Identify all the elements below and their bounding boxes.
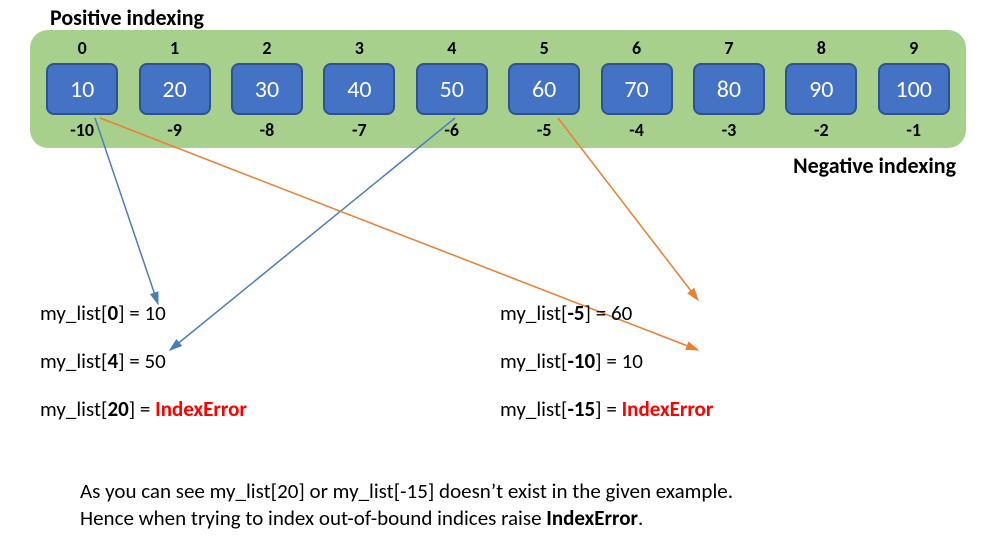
- example-negative: my_list[-15] = IndexError: [500, 396, 960, 422]
- expr-value: 10: [622, 348, 643, 374]
- negative-index: -1: [906, 119, 921, 141]
- array-cell: 30: [231, 63, 303, 115]
- array-cell: 40: [323, 63, 395, 115]
- expr-post: ] =: [595, 396, 621, 422]
- example-positive: my_list[4] = 50: [40, 348, 500, 374]
- array-container: 0 10 -10 1 20 -9 2 30 -8 3 40 -7 4 50 -6 5 60 -5 6 70 -4 7 80 -…: [30, 30, 966, 148]
- expr-error: IndexError: [155, 396, 247, 422]
- array-slot: 7 80 -3: [684, 37, 774, 141]
- array-cell: 60: [508, 63, 580, 115]
- expr-index: 0: [107, 300, 118, 326]
- positive-index: 7: [724, 37, 733, 59]
- examples-positive-col: my_list[0] = 10my_list[4] = 50my_list[20…: [40, 300, 500, 444]
- footer-note: As you can see my_list[20] or my_list[-1…: [80, 478, 940, 533]
- negative-index: -8: [260, 119, 275, 141]
- array-slot: 5 60 -5: [499, 37, 589, 141]
- expr-post: ] =: [129, 396, 155, 422]
- positive-index: 3: [355, 37, 364, 59]
- negative-index: -3: [722, 119, 737, 141]
- positive-index: 4: [447, 37, 456, 59]
- positive-index: 1: [170, 37, 179, 59]
- example-negative: my_list[-5] = 60: [500, 300, 960, 326]
- negative-index: -4: [629, 119, 644, 141]
- array-cell: 90: [785, 63, 857, 115]
- expr-pre: my_list[: [500, 300, 567, 326]
- negative-index: -5: [537, 119, 552, 141]
- example-positive: my_list[0] = 10: [40, 300, 500, 326]
- expr-post: ] =: [595, 348, 621, 374]
- array-slot: 6 70 -4: [592, 37, 682, 141]
- expr-pre: my_list[: [500, 396, 567, 422]
- expr-index: 20: [107, 396, 128, 422]
- expr-index: -10: [567, 348, 595, 374]
- expr-pre: my_list[: [40, 396, 107, 422]
- array-cell: 20: [139, 63, 211, 115]
- array-slot: 0 10 -10: [37, 37, 127, 141]
- array-cell: 50: [416, 63, 488, 115]
- array-cell: 80: [693, 63, 765, 115]
- footer-line2a: Hence when trying to index out-of-bound …: [80, 505, 546, 531]
- positive-index: 6: [632, 37, 641, 59]
- expr-pre: my_list[: [40, 300, 107, 326]
- negative-index: -6: [444, 119, 459, 141]
- expr-index: -15: [567, 396, 595, 422]
- expr-error: IndexError: [622, 396, 714, 422]
- footer-line1: As you can see my_list[20] or my_list[-1…: [80, 478, 733, 504]
- array-cell: 10: [46, 63, 118, 115]
- expr-pre: my_list[: [500, 348, 567, 374]
- positive-index: 0: [78, 37, 87, 59]
- array-slot: 9 100 -1: [869, 37, 959, 141]
- footer-indexerror: IndexError: [546, 505, 638, 531]
- expr-post: ] =: [585, 300, 611, 326]
- expr-value: 60: [611, 300, 632, 326]
- positive-index: 9: [909, 37, 918, 59]
- footer-line2c: .: [638, 505, 643, 531]
- array-cell: 70: [601, 63, 673, 115]
- negative-index: -7: [352, 119, 367, 141]
- expr-index: 4: [107, 348, 118, 374]
- negative-index: -9: [167, 119, 182, 141]
- array-slot: 8 90 -2: [776, 37, 866, 141]
- expr-pre: my_list[: [40, 348, 107, 374]
- negative-index: -2: [814, 119, 829, 141]
- expr-index: -5: [567, 300, 584, 326]
- negative-indexing-label: Negative indexing: [793, 152, 956, 179]
- array-slot: 2 30 -8: [222, 37, 312, 141]
- expr-post: ] =: [118, 348, 144, 374]
- negative-index: -10: [70, 119, 94, 141]
- expr-value: 50: [145, 348, 166, 374]
- example-positive: my_list[20] = IndexError: [40, 396, 500, 422]
- positive-indexing-label: Positive indexing: [50, 4, 204, 31]
- expr-post: ] =: [118, 300, 144, 326]
- positive-index: 5: [540, 37, 549, 59]
- example-negative: my_list[-10] = 10: [500, 348, 960, 374]
- positive-index: 8: [817, 37, 826, 59]
- array-slot: 3 40 -7: [314, 37, 404, 141]
- array-slot: 4 50 -6: [407, 37, 497, 141]
- examples-negative-col: my_list[-5] = 60my_list[-10] = 10my_list…: [500, 300, 960, 444]
- examples-section: my_list[0] = 10my_list[4] = 50my_list[20…: [40, 300, 960, 444]
- positive-index: 2: [262, 37, 271, 59]
- array-slot: 1 20 -9: [130, 37, 220, 141]
- array-cell: 100: [878, 63, 950, 115]
- expr-value: 10: [145, 300, 166, 326]
